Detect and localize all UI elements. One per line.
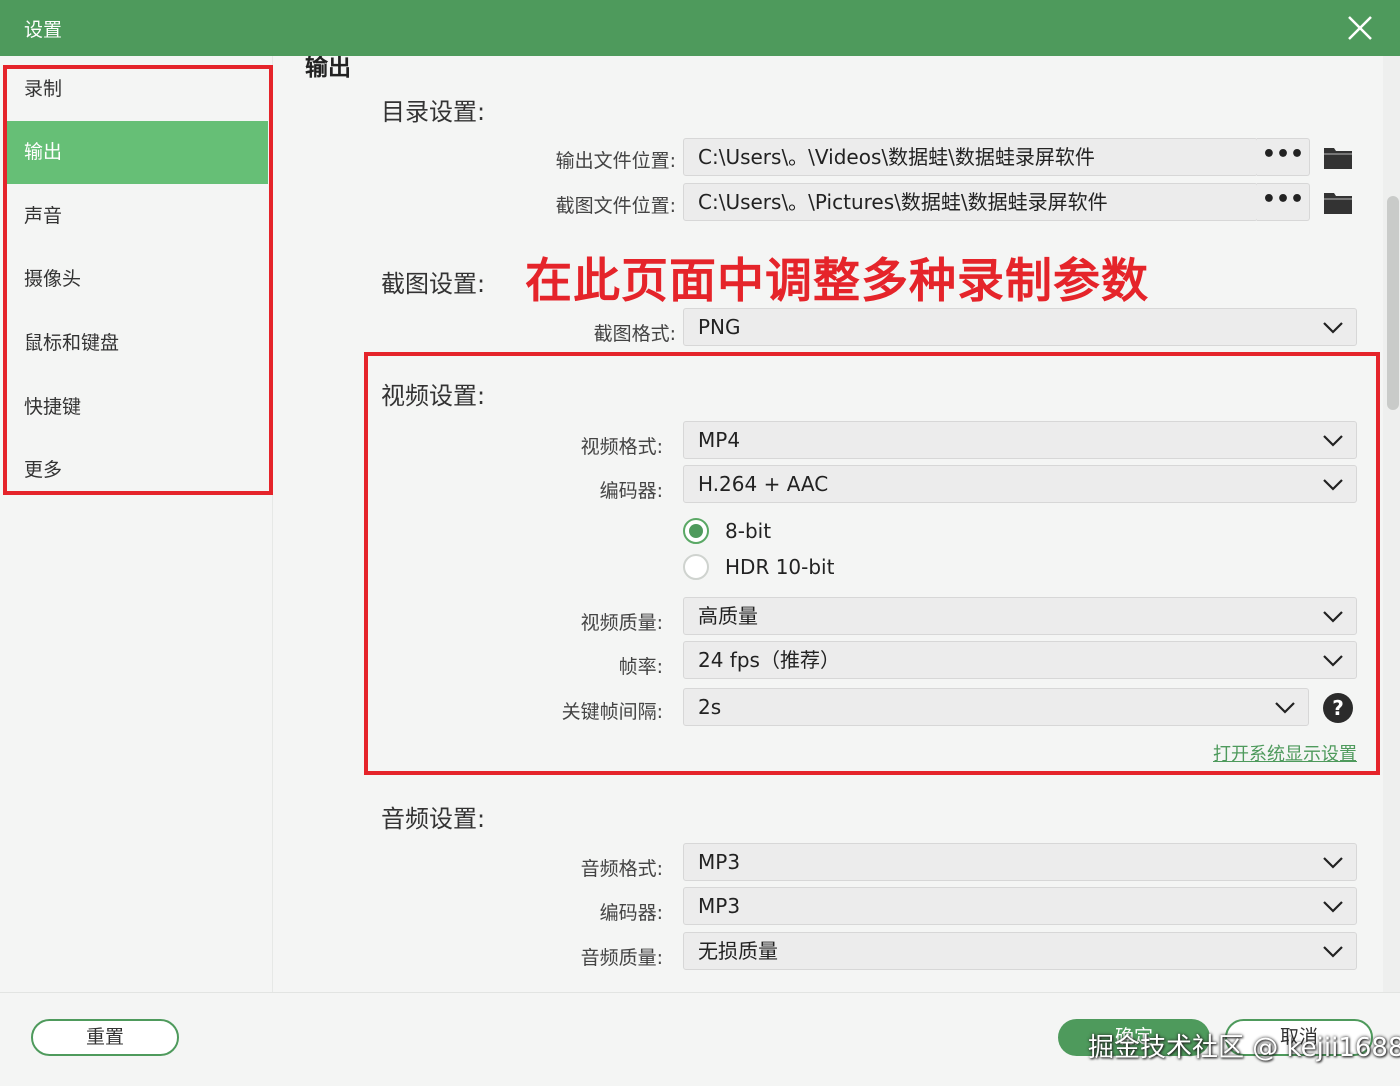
output-browse-button[interactable]: •••	[1257, 138, 1310, 176]
scrollbar[interactable]	[1383, 56, 1400, 992]
window-title: 设置	[24, 19, 63, 41]
screenshot-location-label: 截图文件位置:	[555, 195, 676, 217]
dropdown-value: MP3	[698, 850, 741, 874]
sidebar-item-label: 声音	[24, 205, 63, 227]
chevron-down-icon	[1323, 655, 1343, 667]
audio-quality-label: 音频质量:	[580, 947, 663, 969]
sidebar-item-hotkeys[interactable]: 快捷键	[6, 376, 268, 439]
screenshot-format-dropdown[interactable]: PNG	[683, 308, 1357, 346]
chevron-down-icon	[1323, 901, 1343, 913]
chevron-down-icon	[1323, 946, 1343, 958]
dropdown-value: 24 fps（推荐）	[698, 648, 840, 672]
sidebar-item-label: 更多	[24, 459, 63, 481]
sidebar-item-label: 快捷键	[24, 396, 82, 418]
chevron-down-icon	[1323, 611, 1343, 623]
folder-icon[interactable]	[1323, 189, 1353, 215]
footer: 重置 确定 取消 掘金技术社区 @ kejii1688	[0, 992, 1400, 1086]
audio-encoder-label: 编码器:	[599, 902, 663, 924]
radio-hdr-10bit[interactable]: HDR 10-bit	[683, 552, 943, 582]
radio-button-checked	[683, 518, 709, 544]
sidebar-item-record[interactable]: 录制	[6, 58, 268, 121]
sidebar-item-label: 输出	[24, 141, 63, 163]
radio-8bit[interactable]: 8-bit	[683, 516, 943, 546]
audio-encoder-dropdown[interactable]: MP3	[683, 887, 1357, 925]
radio-label: HDR 10-bit	[725, 555, 835, 579]
audio-quality-dropdown[interactable]: 无损质量	[683, 932, 1357, 970]
video-section-title: 视频设置:	[381, 382, 486, 410]
chevron-down-icon	[1323, 322, 1343, 334]
video-encoder-label: 编码器:	[599, 480, 663, 502]
dropdown-value: H.264 + AAC	[698, 472, 829, 496]
close-icon[interactable]	[1344, 12, 1376, 44]
reset-button[interactable]: 重置	[31, 1019, 179, 1056]
framerate-label: 帧率:	[618, 656, 663, 678]
framerate-dropdown[interactable]: 24 fps（推荐）	[683, 641, 1357, 679]
audio-section-title: 音频设置:	[381, 805, 486, 833]
audio-format-dropdown[interactable]: MP3	[683, 843, 1357, 881]
chevron-down-icon	[1323, 857, 1343, 869]
sidebar-item-camera[interactable]: 摄像头	[6, 248, 268, 311]
title-bar: 设置	[0, 0, 1400, 56]
keyframe-interval-label: 关键帧间隔:	[561, 701, 663, 723]
radio-label: 8-bit	[725, 519, 772, 543]
chevron-down-icon	[1323, 479, 1343, 491]
help-icon[interactable]: ?	[1323, 693, 1353, 723]
screenshot-section-title: 截图设置:	[381, 270, 486, 298]
scrollbar-thumb[interactable]	[1387, 196, 1399, 410]
sidebar-item-more[interactable]: 更多	[6, 439, 268, 502]
directory-section-title: 目录设置:	[381, 98, 486, 126]
watermark: 掘金技术社区 @ kejii1688	[1088, 1033, 1400, 1063]
dropdown-value: 2s	[698, 695, 722, 719]
open-display-settings-link[interactable]: 打开系统显示设置	[1213, 740, 1357, 766]
screenshot-location-input[interactable]: C:\Users\。\Pictures\数据蛙\数据蛙录屏软件	[683, 183, 1258, 221]
audio-format-label: 音频格式:	[580, 858, 663, 880]
video-format-dropdown[interactable]: MP4	[683, 421, 1357, 459]
sidebar-item-sound[interactable]: 声音	[6, 185, 268, 248]
output-location-input[interactable]: C:\Users\。\Videos\数据蛙\数据蛙录屏软件	[683, 138, 1258, 176]
sidebar: 录制 输出 声音 摄像头 鼠标和键盘 快捷键 更多	[0, 56, 273, 992]
sidebar-item-label: 摄像头	[24, 268, 82, 290]
keyframe-interval-dropdown[interactable]: 2s	[683, 688, 1309, 726]
sidebar-item-label: 录制	[24, 78, 63, 100]
radio-button	[683, 554, 709, 580]
settings-content: 输出 目录设置: 输出文件位置: C:\Users\。\Videos\数据蛙\数…	[273, 56, 1383, 992]
dropdown-value: 高质量	[698, 604, 758, 628]
output-location-label: 输出文件位置:	[555, 150, 676, 172]
screenshot-format-label: 截图格式:	[593, 323, 676, 345]
dropdown-value: MP4	[698, 428, 741, 452]
chevron-down-icon	[1275, 702, 1295, 714]
page-title: 输出	[305, 56, 351, 81]
video-quality-dropdown[interactable]: 高质量	[683, 597, 1357, 635]
annotation-text: 在此页面中调整多种录制参数	[525, 254, 1149, 309]
sidebar-item-output[interactable]: 输出	[6, 121, 268, 184]
dropdown-value: 无损质量	[698, 939, 778, 963]
dropdown-value: PNG	[698, 315, 741, 339]
screenshot-browse-button[interactable]: •••	[1257, 183, 1310, 221]
video-quality-label: 视频质量:	[580, 612, 663, 634]
sidebar-item-label: 鼠标和键盘	[24, 332, 120, 354]
video-encoder-dropdown[interactable]: H.264 + AAC	[683, 465, 1357, 503]
folder-icon[interactable]	[1323, 144, 1353, 170]
chevron-down-icon	[1323, 435, 1343, 447]
dropdown-value: MP3	[698, 894, 741, 918]
video-format-label: 视频格式:	[580, 436, 663, 458]
sidebar-item-mouse-keyboard[interactable]: 鼠标和键盘	[6, 312, 268, 375]
